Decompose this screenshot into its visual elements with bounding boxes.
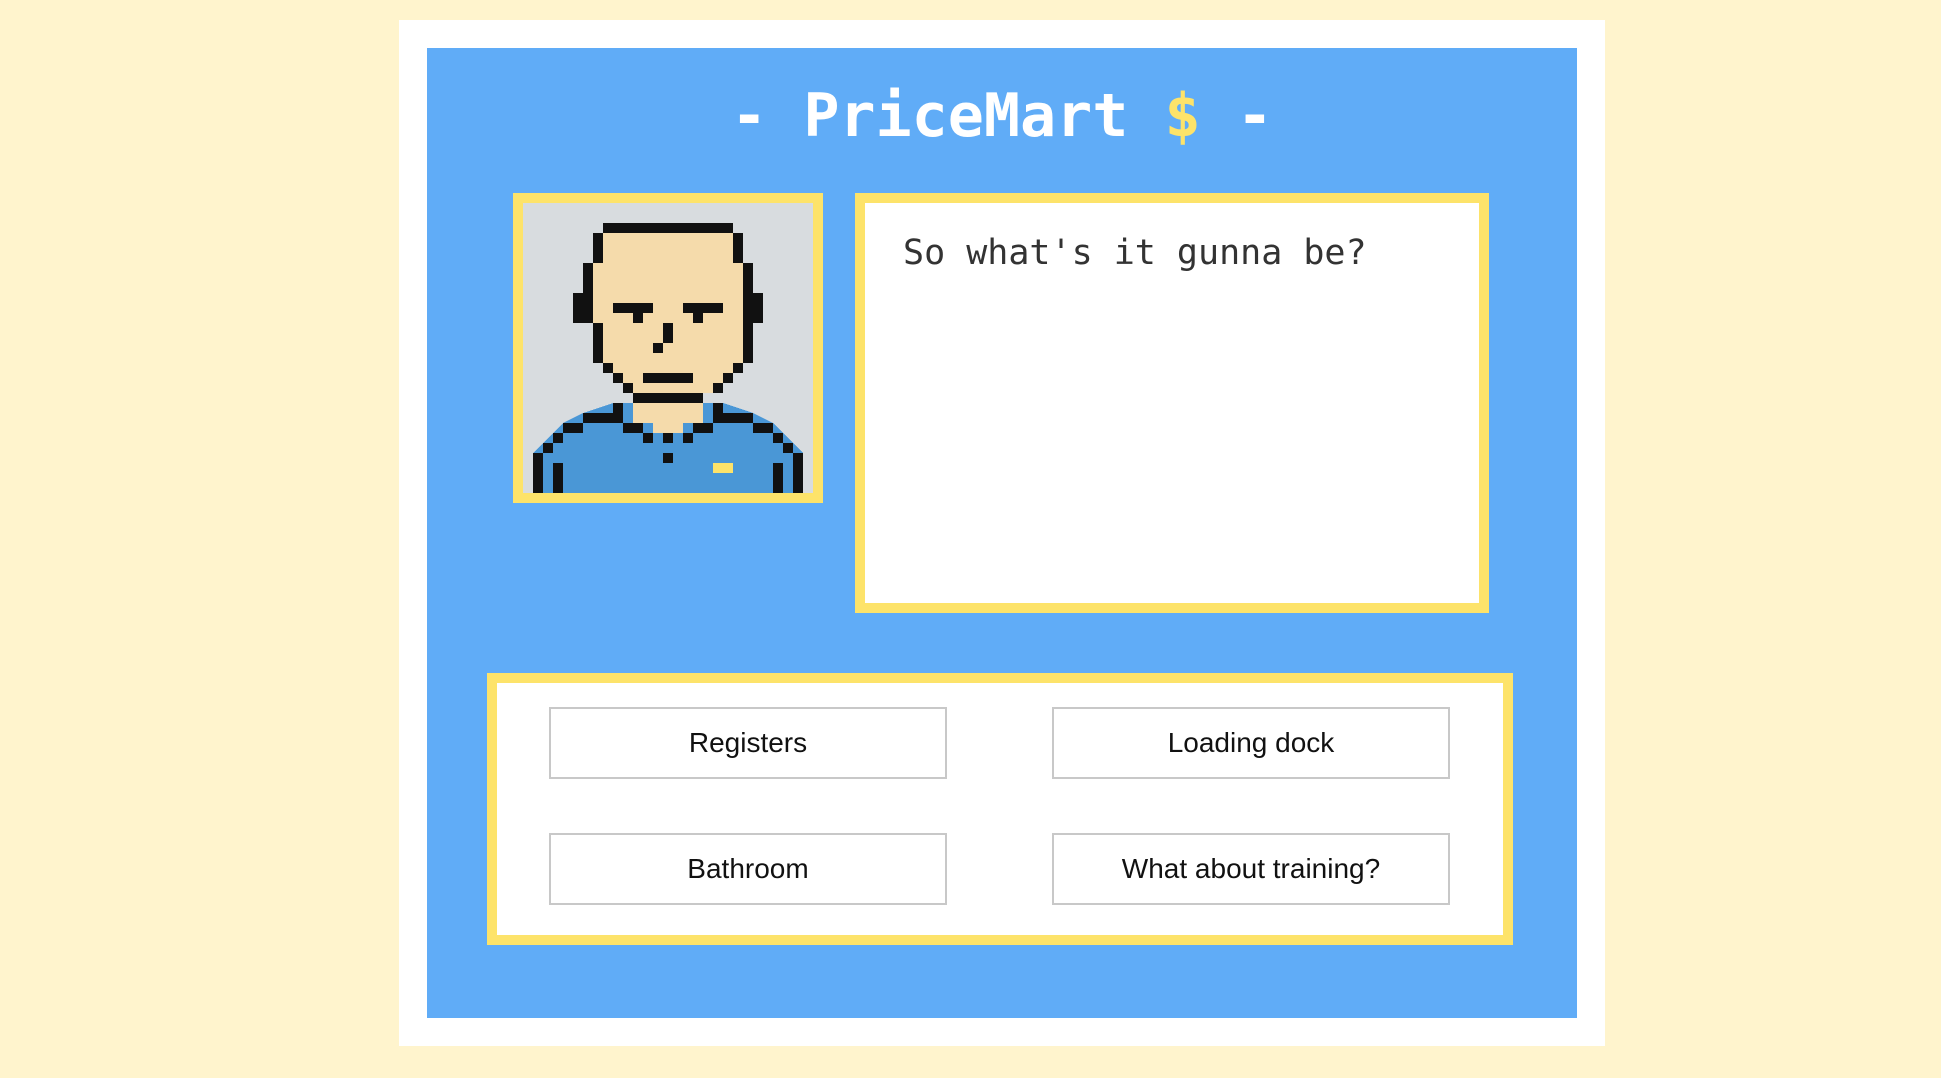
choice-loading-dock-button[interactable]: Loading dock — [1052, 707, 1450, 779]
npc-portrait — [513, 193, 823, 503]
choice-panel: Registers Loading dock Bathroom What abo… — [487, 673, 1513, 945]
choice-training-button[interactable]: What about training? — [1052, 833, 1450, 905]
brand-name: PriceMart — [803, 81, 1129, 151]
game-title: - PriceMart $ - — [427, 76, 1577, 156]
choice-bathroom-button[interactable]: Bathroom — [549, 833, 947, 905]
game-screen: - PriceMart $ - So what's it gunna be? R… — [427, 48, 1577, 1018]
title-suffix: - — [1200, 81, 1273, 151]
choice-registers-button[interactable]: Registers — [549, 707, 947, 779]
game-frame: - PriceMart $ - So what's it gunna be? R… — [399, 20, 1605, 1046]
dialog-text: So what's it gunna be? — [903, 233, 1367, 273]
dollar-sign-icon: $ — [1164, 81, 1201, 151]
title-prefix: - — [731, 81, 804, 151]
bald-manager-portrait-icon — [523, 203, 813, 493]
dialog-box: So what's it gunna be? — [855, 193, 1489, 613]
